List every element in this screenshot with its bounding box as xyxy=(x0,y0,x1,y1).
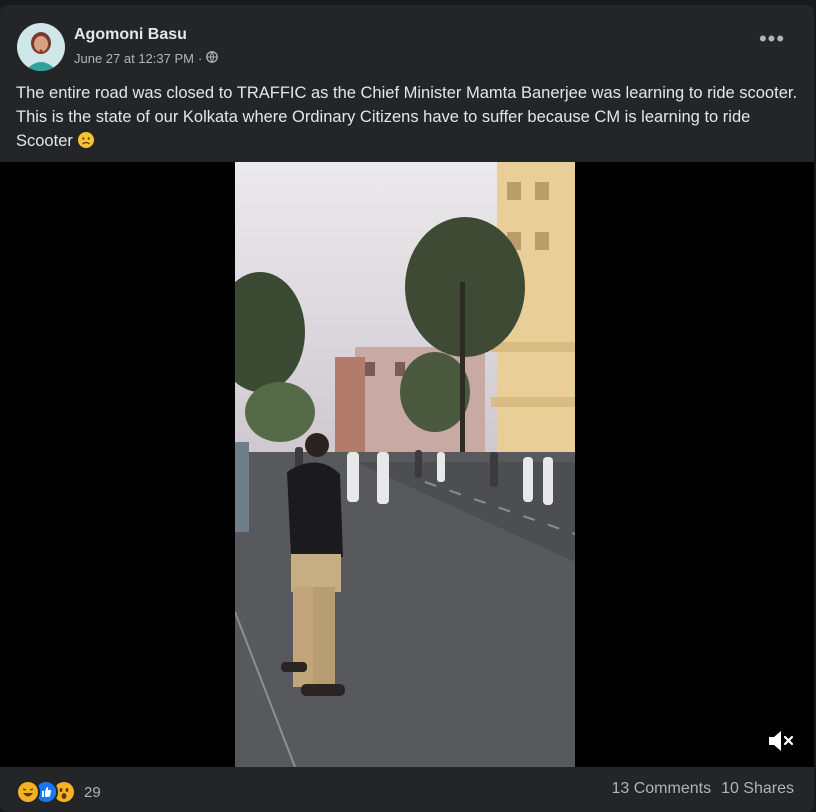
shares-count-link[interactable]: 10 Shares xyxy=(721,780,794,798)
post-timestamp[interactable]: June 27 at 12:37 PM xyxy=(74,51,194,66)
more-options-icon[interactable]: ••• xyxy=(754,28,790,53)
muted-speaker-icon[interactable] xyxy=(765,726,795,756)
post-card: Agomoni Basu June 27 at 12:37 PM · ••• T… xyxy=(0,5,814,812)
globe-icon xyxy=(206,51,219,66)
meta-separator: · xyxy=(197,51,203,66)
author-avatar[interactable] xyxy=(17,23,65,71)
video-player[interactable] xyxy=(0,162,814,767)
post-meta: June 27 at 12:37 PM · xyxy=(74,51,219,66)
video-frame[interactable] xyxy=(235,162,575,767)
reaction-summary[interactable]: 29 xyxy=(16,780,101,804)
engagement-stats: 13 Comments 10 Shares xyxy=(611,780,794,798)
haha-icon xyxy=(16,780,40,804)
reaction-count: 29 xyxy=(84,783,101,801)
frowning-face-icon xyxy=(77,131,95,149)
author-name[interactable]: Agomoni Basu xyxy=(74,26,187,44)
post-text: The entire road was closed to TRAFFIC as… xyxy=(16,84,798,150)
post-footer: 29 13 Comments 10 Shares xyxy=(0,767,814,812)
post-body: The entire road was closed to TRAFFIC as… xyxy=(16,81,800,153)
comments-count-link[interactable]: 13 Comments xyxy=(611,780,711,798)
